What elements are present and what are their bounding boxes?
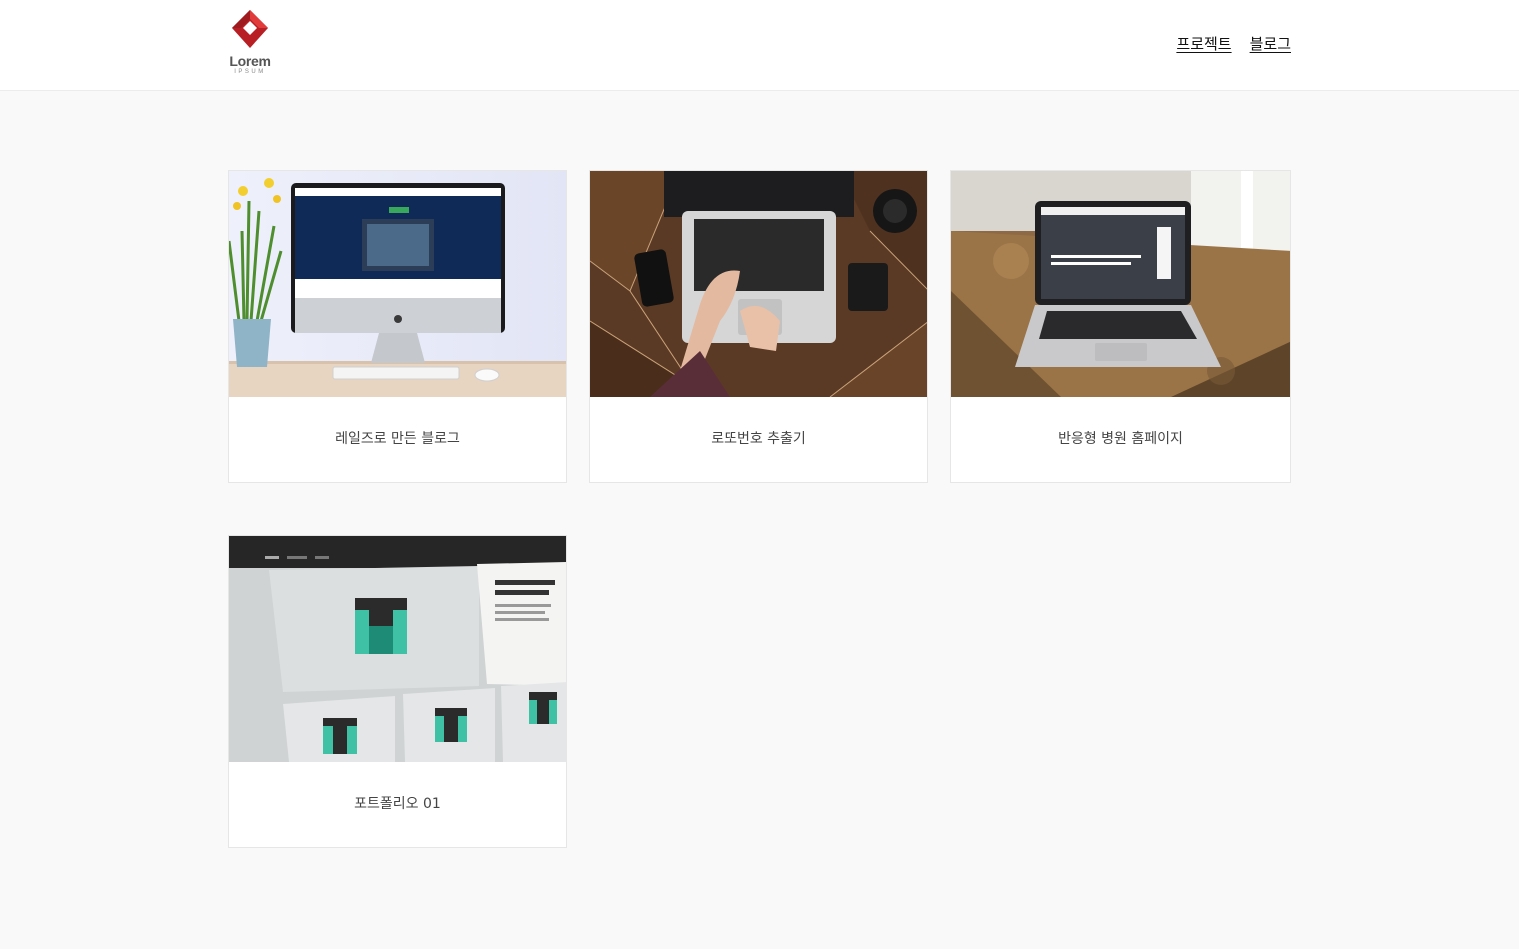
site-header: Lorem IPSUM 프로젝트 블로그 xyxy=(0,0,1519,91)
logo-subtext: IPSUM xyxy=(234,69,266,75)
logo-wordmark: Lorem xyxy=(229,53,271,69)
project-card-hospital[interactable]: 반응형 병원 홈페이지 xyxy=(950,170,1291,483)
project-card-blog[interactable]: 레일즈로 만든 블로그 xyxy=(228,170,567,483)
site-logo[interactable]: Lorem IPSUM xyxy=(224,8,276,78)
web-design-screens-photo xyxy=(229,536,566,762)
nav-item-blog[interactable]: 블로그 xyxy=(1250,34,1291,54)
project-title: 반응형 병원 홈페이지 xyxy=(1058,431,1183,447)
project-card-lotto[interactable]: 로또번호 추출기 xyxy=(589,170,928,483)
project-title: 레일즈로 만든 블로그 xyxy=(335,431,460,447)
laptop-typing-photo xyxy=(590,171,927,397)
project-thumbnail xyxy=(229,536,566,762)
logo-mark-icon xyxy=(232,10,268,48)
project-title: 로또번호 추출기 xyxy=(711,431,806,447)
project-title: 포트폴리오 01 xyxy=(354,796,441,812)
macbook-table-photo xyxy=(951,171,1290,397)
project-card-portfolio[interactable]: 포트폴리오 01 xyxy=(228,535,567,848)
main-nav: 프로젝트 블로그 xyxy=(1176,34,1291,54)
nav-item-projects[interactable]: 프로젝트 xyxy=(1176,34,1231,54)
project-thumbnail xyxy=(951,171,1290,397)
imac-desk-photo xyxy=(229,171,566,397)
project-thumbnail xyxy=(229,171,566,397)
project-thumbnail xyxy=(590,171,927,397)
